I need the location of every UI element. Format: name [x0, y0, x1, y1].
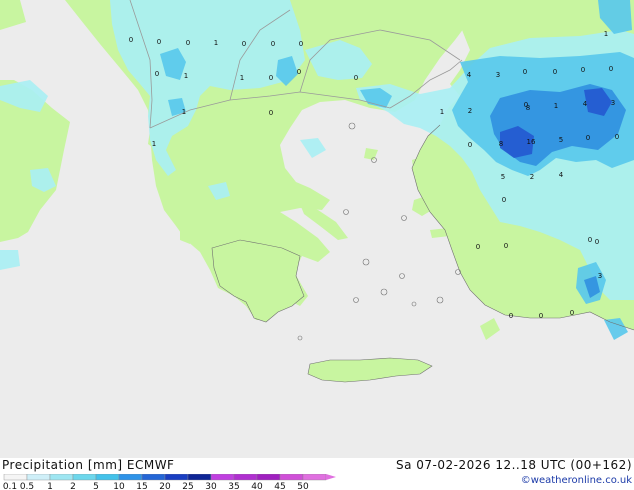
- precip-value-label: 0: [468, 141, 472, 149]
- precip-value-label: 0: [553, 68, 557, 76]
- precip-value-label: 0: [586, 134, 590, 142]
- precip-value-label: 1: [182, 108, 186, 116]
- precip-value-label: 0: [609, 65, 613, 73]
- legend-swatch: [118, 474, 143, 481]
- precipitation-map: 0 0 0 1 0 0 0 0 1 1 0 1 0 1 1 0 0 4 3 0 0 0 0 1 0 0 8 1 2 4 5 3 0 8 16 5 2 4 0…: [0, 0, 634, 458]
- legend-swatch: [302, 474, 327, 481]
- precip-value-label: 0: [297, 68, 301, 76]
- legend-tick-label: 20: [159, 482, 171, 490]
- legend-tick-label: 35: [228, 482, 239, 490]
- precip-value-label: 1: [440, 108, 444, 116]
- precip-value-label: 5: [501, 173, 505, 181]
- precip-value-label: 0: [129, 36, 133, 44]
- precip-value-label: 0: [615, 133, 619, 141]
- precip-value-label: 0: [588, 236, 592, 244]
- legend-swatch: [72, 474, 97, 481]
- precip-value-label: 8: [499, 140, 503, 148]
- color-legend: 0.1 0.5 1 2 5 10 15 20 25 30 35 40 45 50: [3, 474, 336, 490]
- precip-value-label: 5: [559, 136, 563, 144]
- legend-swatch: [279, 474, 304, 481]
- legend-swatch: [164, 474, 189, 481]
- precip-value-label: 0: [157, 38, 161, 46]
- legend-tick-label: 45: [274, 482, 285, 490]
- precip-value-label: 0: [155, 70, 159, 78]
- legend-tick-label: 5: [93, 482, 99, 490]
- precip-value-label: 4: [559, 171, 564, 179]
- precip-value-label: 4: [583, 100, 588, 108]
- legend-tick-label: 50: [297, 482, 309, 490]
- precip-value-label: 0: [504, 242, 508, 250]
- legend-swatch: [26, 474, 51, 481]
- valid-time: Sa 07-02-2026 12..18 UTC (00+162): [395, 458, 632, 472]
- precip-value-label: 3: [496, 71, 500, 79]
- legend-swatch: [3, 474, 28, 481]
- footer: Precipitation [mm] ECMWF Sa 07-02-2026 1…: [0, 458, 634, 490]
- precip-value-label: 0: [509, 312, 513, 320]
- precip-value-label: 1: [604, 30, 608, 38]
- precip-value-label: 0: [476, 243, 480, 251]
- precip-value-label: 3: [598, 272, 602, 280]
- precip-value-label: 2: [468, 107, 472, 115]
- legend-swatches: [3, 474, 336, 481]
- legend-swatch: [256, 474, 281, 481]
- precip-value-label: 4: [467, 71, 472, 79]
- precip-value-label: 0: [271, 40, 275, 48]
- precip-value-label: 1: [240, 74, 244, 82]
- legend-tick-label: 2: [70, 482, 76, 490]
- precip-value-label: 1: [152, 140, 156, 148]
- precip-value-label: 0: [242, 40, 246, 48]
- legend-arrow: [326, 474, 336, 480]
- precip-value-label: 0: [570, 309, 574, 317]
- precip-value-label: 0: [523, 68, 527, 76]
- legend-tick-label: 25: [182, 482, 193, 490]
- precip-value-label: 1: [214, 39, 218, 47]
- precip-value-label: 0: [186, 39, 190, 47]
- precip-value-label: 0: [539, 312, 543, 320]
- legend-swatch: [187, 474, 212, 481]
- precip-value-label: 8: [526, 104, 530, 112]
- precip-value-label: 2: [530, 173, 534, 181]
- map-canvas: 0 0 0 1 0 0 0 0 1 1 0 1 0 1 1 0 0 4 3 0 0 0 0 1 0 0 8 1 2 4 5 3 0 8 16 5 2 4 0…: [0, 0, 634, 458]
- precip-value-label: 0: [269, 109, 273, 117]
- precip-value-label: 0: [581, 66, 585, 74]
- precip-value-label: 1: [184, 72, 188, 80]
- precip-value-label: 0: [299, 40, 303, 48]
- precip-value-label: 3: [611, 99, 615, 107]
- legend-swatch: [233, 474, 258, 481]
- legend-tick-label: 0.5: [20, 482, 34, 490]
- precip-value-label: 0: [269, 74, 273, 82]
- legend-swatch: [95, 474, 120, 481]
- legend-swatch: [141, 474, 166, 481]
- legend-swatch: [210, 474, 235, 481]
- map-title: Precipitation [mm] ECMWF: [2, 458, 175, 472]
- legend-ticks: 0.1 0.5 1 2 5 10 15 20 25 30 35 40 45 50: [3, 482, 309, 490]
- credit-link[interactable]: ©weatheronline.co.uk: [521, 475, 632, 486]
- legend-tick-label: 30: [205, 482, 217, 490]
- precip-value-label: 0: [595, 238, 599, 246]
- legend-tick-label: 40: [251, 482, 263, 490]
- legend-tick-label: 15: [136, 482, 147, 490]
- precip-value-label: 16: [527, 138, 536, 146]
- legend-tick-label: 1: [47, 482, 53, 490]
- precip-value-label: 1: [554, 102, 558, 110]
- precip-value-label: 0: [354, 74, 358, 82]
- legend-tick-label: 0.1: [3, 482, 17, 490]
- legend-swatch: [49, 474, 74, 481]
- precip-value-label: 0: [502, 196, 506, 204]
- legend-tick-label: 10: [113, 482, 125, 490]
